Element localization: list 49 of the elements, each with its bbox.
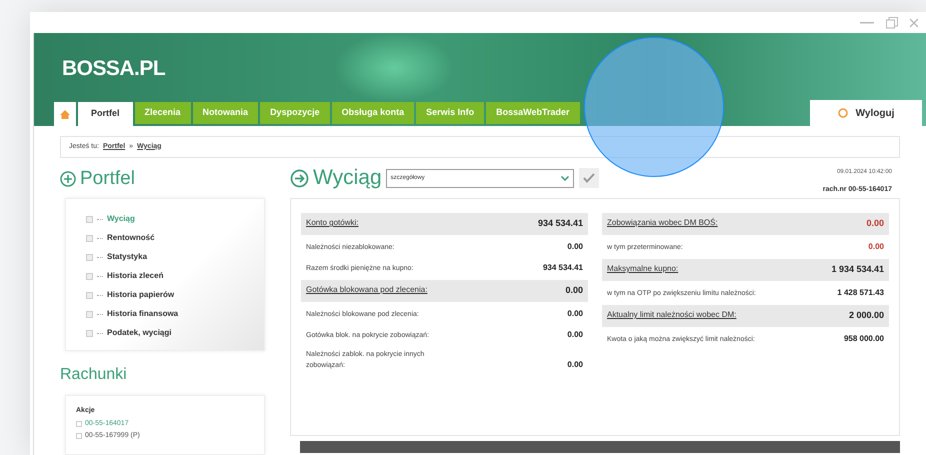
amount: 934 534.41 [538,217,583,230]
tree-node-icon [86,310,93,318]
amount: 958 000.00 [844,333,884,345]
amount: 0.00 [868,241,884,253]
summary-link[interactable]: Gotówka blokowana pod zlecenia: [306,284,428,296]
confirm-button[interactable] [578,168,599,188]
logout-button[interactable]: Wyloguj [810,100,922,126]
logo[interactable]: BOSSA.PL [62,53,926,84]
close-icon[interactable] [910,16,918,28]
menu-item[interactable]: Statystyka [107,251,148,263]
tree-node-icon [86,216,93,222]
menu-item[interactable]: Podatek, wyciągi [107,327,172,339]
amount: 2 000.00 [848,309,884,322]
chevron-down-icon [560,176,569,181]
amount: 0.00 [567,241,583,253]
menu-item[interactable]: Historia papierów [107,289,174,301]
tree-node-icon [86,234,93,242]
amount: 0.00 [567,308,583,320]
amount: 0.00 [567,359,583,371]
tree-node-icon [76,433,82,440]
home-tab[interactable] [54,102,76,126]
checkmark-icon [582,173,595,183]
plus-circle-icon [60,171,76,187]
tree-node-icon [86,330,93,336]
tree-node-icon [86,254,93,260]
section-title: Wyciąg [313,166,382,190]
tree-node-icon [76,420,82,427]
summary-link[interactable]: Konto gotówki: [306,217,358,229]
section-title: Portfel [80,166,135,191]
tree-node-icon [86,272,93,280]
summary-link[interactable]: Zobowiązania wobec DM BOŚ: [607,217,718,229]
amount: 1 934 534.41 [831,263,884,276]
menu-item[interactable]: Historia finansowa [107,308,178,320]
section-title: Rachunki [60,365,128,385]
nav-tab[interactable]: Portfel [78,102,133,126]
restore-icon[interactable] [886,16,898,28]
minimize-icon[interactable] [860,22,874,24]
tree-node-icon [86,292,93,298]
amount: 0.00 [567,329,583,341]
amount: 0.00 [866,217,884,230]
arrow-circle-icon [290,169,309,188]
menu-item[interactable]: Historia zleceń [107,270,164,282]
summary-link[interactable]: Aktualny limit należności wobec DM: [607,309,736,321]
summary-link[interactable]: Maksymalne kupno: [607,263,678,275]
home-icon [60,110,70,118]
amount: 934 534.41 [542,262,583,274]
menu-item[interactable]: Rentowność [107,232,155,244]
amount: 1 428 571.43 [837,287,884,299]
amount: 0.00 [565,284,583,297]
